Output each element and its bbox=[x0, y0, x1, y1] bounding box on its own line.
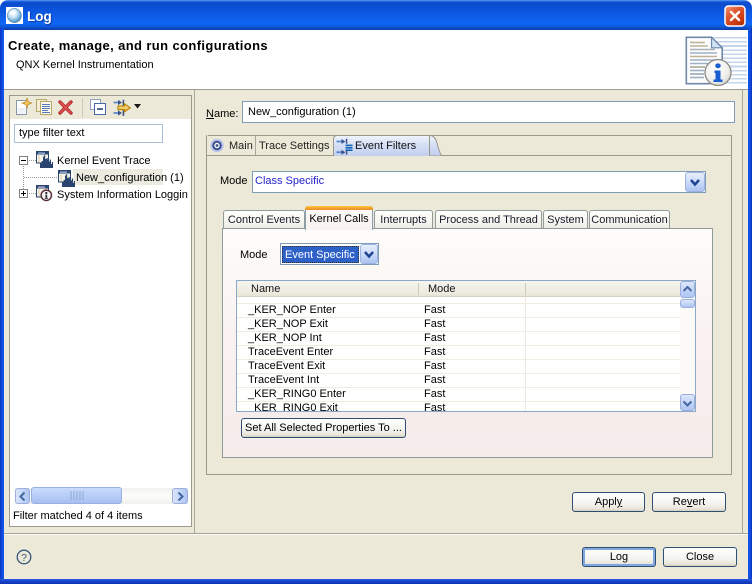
svg-text:?: ? bbox=[21, 552, 27, 564]
